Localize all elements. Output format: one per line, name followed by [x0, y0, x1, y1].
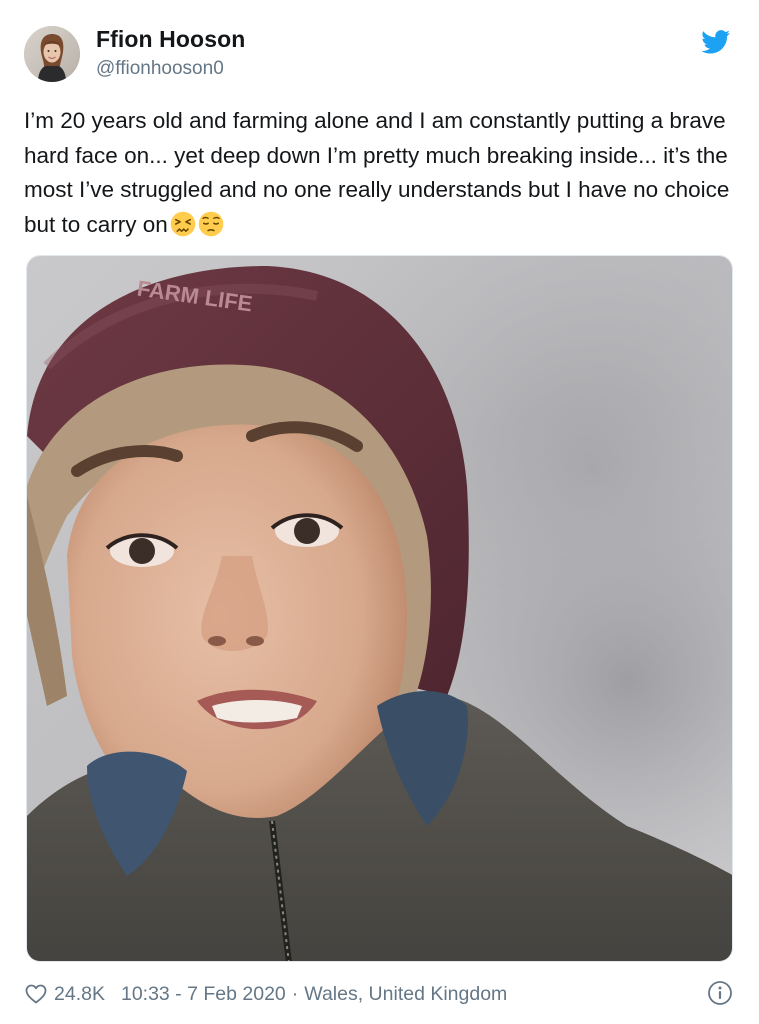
avatar[interactable] [24, 26, 80, 82]
tweet-location[interactable]: Wales, United Kingdom [304, 983, 507, 1006]
like-count[interactable]: 24.8K [54, 983, 105, 1006]
tweet-photo[interactable]: FARM LIFE [26, 255, 733, 962]
info-icon[interactable] [707, 980, 733, 1006]
heart-icon[interactable] [24, 982, 48, 1006]
tweet-text-block: I’m 20 years old and farming alone and I… [24, 104, 736, 242]
tweet-text: I’m 20 years old and farming alone and I… [24, 108, 730, 237]
footer-separator: · [291, 982, 299, 1005]
tweet-timestamp[interactable]: 10:33 - 7 Feb 2020 [121, 983, 286, 1006]
pensive-face-emoji [198, 211, 224, 236]
user-handle[interactable]: @ffionhooson0 [96, 58, 224, 80]
twitter-bird-icon[interactable] [701, 30, 731, 54]
persevering-face-emoji [170, 211, 196, 236]
tweet-card: Ffion Hooson @ffionhooson0 I’m 20 years … [0, 0, 759, 1024]
display-name[interactable]: Ffion Hooson [96, 26, 245, 53]
tweet-footer: 24.8K 10:33 - 7 Feb 2020 · Wales, United… [24, 980, 507, 1008]
